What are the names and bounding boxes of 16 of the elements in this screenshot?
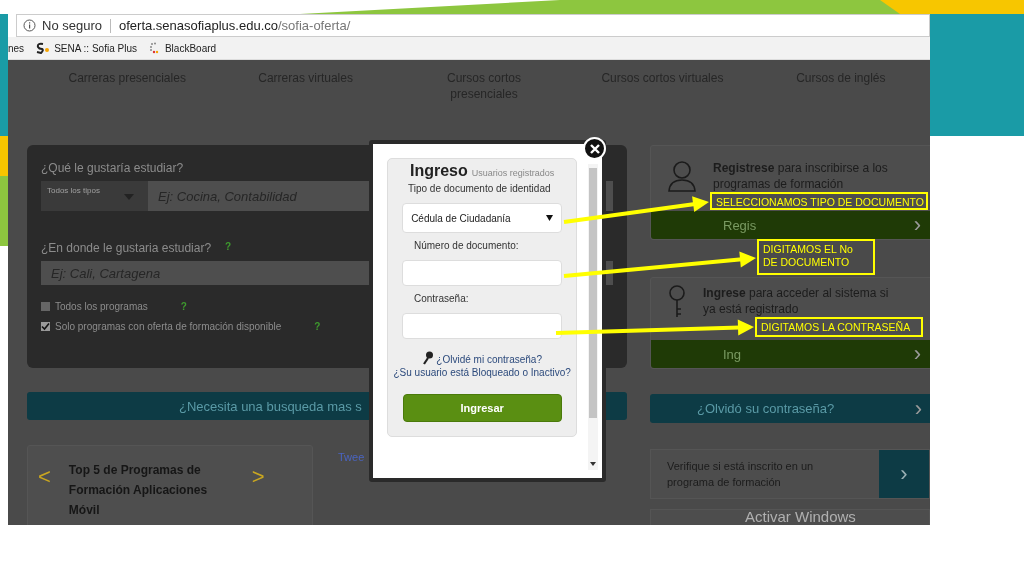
top-programs-title: Top 5 de Programas de Formación Aplicaciones Móvil — [68, 462, 209, 519]
annotation-callout: SELECCIONAMOS TIPO DE DOCUMENTO — [710, 192, 928, 210]
annotation-callout: DIGITAMOS LA CONTRASEÑA — [755, 317, 923, 337]
option-label: Solo programas con oferta de formación disponible — [55, 321, 282, 332]
security-label: No seguro — [42, 18, 102, 33]
activation-notice: Activar Windows — [745, 508, 856, 525]
field-label: Contraseña: — [414, 293, 469, 304]
option-label: Todos los programas — [55, 301, 148, 312]
annotation-callout: DIGITAMOS EL No DE DOCUMENTO — [757, 239, 875, 275]
field-label: Número de documento: — [414, 240, 519, 251]
dialog-subtitle: Usuarios registrados — [471, 168, 555, 178]
dialog-title: Ingreso — [409, 162, 468, 180]
location-question: ¿En donde le gustaria estudiar? — [41, 241, 212, 255]
url-text: oferta.senasofiaplus.edu.co/sofia-oferta/ — [119, 18, 351, 33]
field-label: Tipo de documento de identidad — [408, 183, 551, 194]
search-question: ¿Qué le gustaría estudiar? — [41, 161, 184, 175]
